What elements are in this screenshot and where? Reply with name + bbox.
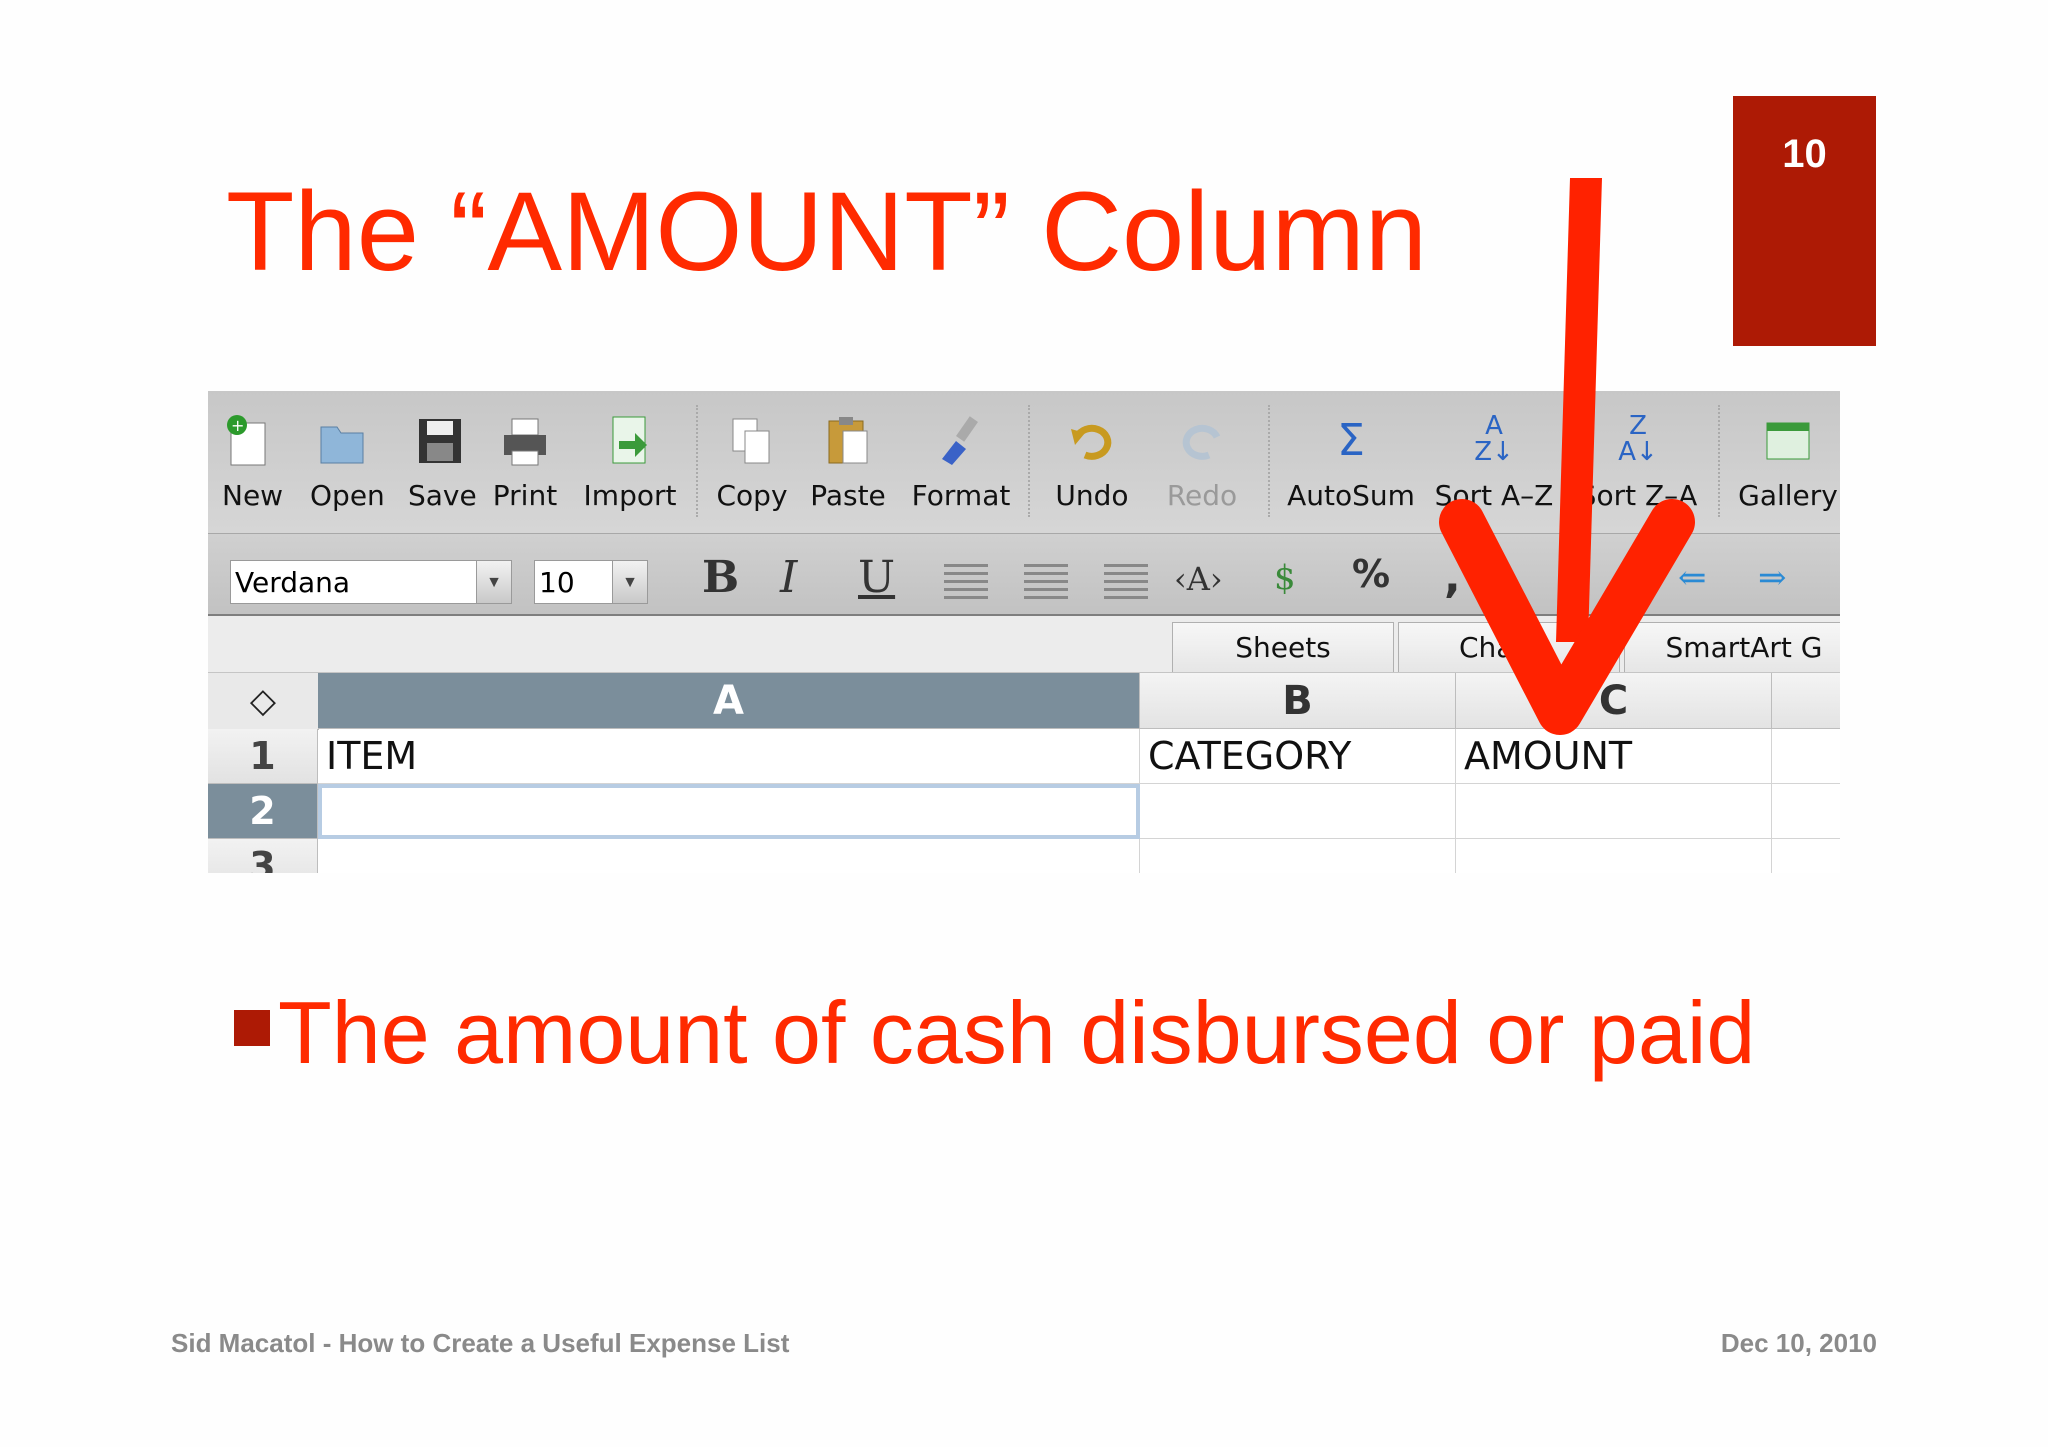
copy-label: Copy [716,479,788,512]
cell-c1[interactable]: AMOUNT [1456,729,1772,784]
column-header-b[interactable]: B [1140,673,1456,729]
paste-label: Paste [810,479,886,512]
gallery-label: Gallery [1738,479,1838,512]
underline-button[interactable]: U [858,552,895,603]
sort-az-label: Sort A–Z [1434,479,1554,512]
print-label: Print [492,479,558,512]
floppy-disk-icon [415,413,465,469]
font-size-dropdown[interactable]: ▼ [612,560,648,604]
print-button[interactable]: Print [492,413,558,512]
bold-button[interactable]: B [702,552,739,603]
cell-a3[interactable] [318,839,1140,873]
toolbar-separator [1718,405,1722,517]
row-header-1[interactable]: 1 [208,729,318,784]
cell-b1[interactable]: CATEGORY [1140,729,1456,784]
spreadsheet-screenshot: + New Open Save Print Import Copy Paste [208,391,1840,873]
new-label: New [222,479,284,512]
cell-c2[interactable] [1456,784,1772,839]
import-label: Import [583,479,677,512]
new-document-icon: + [223,413,273,469]
save-button[interactable]: Save [408,413,477,512]
import-button[interactable]: Import [578,413,682,512]
printer-icon [500,413,550,469]
toolbar-separator [696,405,700,517]
open-folder-icon [317,413,367,469]
cell-b2[interactable] [1140,784,1456,839]
sort-ascending-icon: A Z↓ [1474,411,1514,467]
comma-button[interactable]: , [1444,552,1461,603]
paintbrush-icon [936,413,986,469]
sort-za-button[interactable]: Z A↓ Sort Z–A [1578,413,1698,512]
font-name-dropdown[interactable]: ▼ [476,560,512,604]
align-left-icon[interactable] [944,564,988,600]
slide-title: The “AMOUNT” Column [226,169,1428,294]
footer-date: Dec 10, 2010 [1720,1328,1877,1358]
cell-b3[interactable] [1140,839,1456,873]
paste-button[interactable]: Paste [808,413,888,512]
new-button[interactable]: + New [222,413,283,512]
toolbar-separator [1028,405,1032,517]
gallery-button[interactable]: Gallery [1738,413,1838,512]
font-name-field[interactable]: Verdana [230,560,480,604]
cell-d1[interactable] [1772,729,1840,784]
open-button[interactable]: Open [310,413,385,512]
save-label: Save [408,479,477,512]
standard-toolbar: + New Open Save Print Import Copy Paste [208,391,1840,534]
column-header-c[interactable]: C [1456,673,1772,729]
font-size-field[interactable]: 10 [534,560,614,604]
bullet-text: The amount of cash disbursed or paid [278,983,1756,1082]
svg-text:+: + [231,416,244,435]
slide-number: 10 [1782,132,1827,176]
tab-charts[interactable]: Cha [1398,622,1620,672]
tab-smartart[interactable]: SmartArt G [1624,622,1840,672]
sort-descending-icon: Z A↓ [1618,411,1658,467]
align-center-icon[interactable] [1024,564,1068,600]
decrease-indent-icon[interactable]: ⇐ [1678,558,1707,598]
cell-c3[interactable] [1456,839,1772,873]
formatting-toolbar: Verdana ▼ 10 ▼ B I U ‹A› $ % , ⇐ ⇒ [208,534,1840,616]
align-right-icon[interactable] [1104,564,1148,600]
ribbon-bar: Sheets Cha SmartArt G [208,616,1840,673]
select-all-corner[interactable]: ◇ [208,673,319,730]
spreadsheet-grid: ◇ A B C 1 ITEM CATEGORY AMOUNT 2 3 [208,673,1840,873]
open-label: Open [310,479,385,512]
percent-button[interactable]: % [1352,552,1390,596]
italic-button[interactable]: I [780,552,797,603]
undo-button[interactable]: Undo [1044,413,1140,512]
toolbar-separator [1268,405,1272,517]
redo-icon [1177,413,1227,469]
cell-d2[interactable] [1772,784,1840,839]
tab-sheets[interactable]: Sheets [1172,622,1394,672]
autosum-label: AutoSum [1287,479,1415,512]
cell-a1[interactable]: ITEM [318,729,1140,784]
column-header-d[interactable] [1772,673,1840,729]
redo-button[interactable]: Redo [1154,413,1250,512]
cell-a2[interactable] [318,784,1140,839]
format-button[interactable]: Format [906,413,1016,512]
gallery-icon [1763,413,1813,469]
sigma-icon: Σ [1337,415,1365,466]
slide-number-box: 10 [1733,96,1876,346]
row-header-3[interactable]: 3 [208,839,318,873]
undo-label: Undo [1055,479,1129,512]
copy-button[interactable]: Copy [712,413,792,512]
redo-label: Redo [1166,479,1238,512]
merge-center-icon[interactable]: ‹A› [1174,560,1223,598]
sort-az-button[interactable]: A Z↓ Sort A–Z [1434,413,1554,512]
format-label: Format [911,479,1011,512]
footer-author-title: Sid Macatol - How to Create a Useful Exp… [171,1328,790,1358]
column-header-a[interactable]: A [318,673,1140,729]
row-header-2[interactable]: 2 [208,784,318,839]
currency-icon[interactable]: $ [1274,558,1296,598]
bullet-marker [234,1010,270,1046]
sort-za-label: Sort Z–A [1578,479,1698,512]
increase-indent-icon[interactable]: ⇒ [1758,558,1787,598]
undo-icon [1067,413,1117,469]
clipboard-icon [823,413,873,469]
autosum-button[interactable]: Σ AutoSum [1280,413,1422,512]
import-icon [605,413,655,469]
copy-icon [727,413,777,469]
